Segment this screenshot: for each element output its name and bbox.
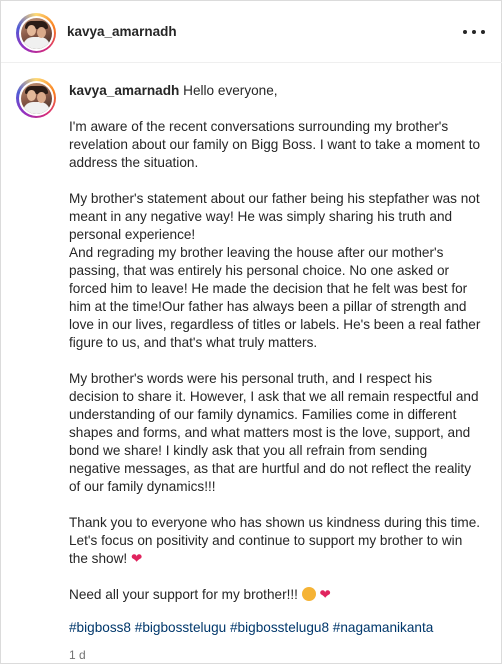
red-heart-icon: ❤ xyxy=(319,587,331,602)
more-horizontal-icon xyxy=(463,30,467,34)
post-panel: kavya_amarnadh kavya_amarnadh Hello ever… xyxy=(0,0,502,664)
caption-greeting: Hello everyone, xyxy=(183,83,278,98)
red-heart-icon: ❤ xyxy=(130,551,143,566)
caption-text: kavya_amarnadh Hello everyone, I'm aware … xyxy=(69,82,481,622)
hashtag-link[interactable]: #bigboss8 xyxy=(69,620,131,635)
caption-paragraph: Need all your support for my brother!!! xyxy=(69,587,298,602)
post-header: kavya_amarnadh xyxy=(1,1,502,63)
more-options-button[interactable] xyxy=(463,25,485,39)
caption-paragraph: And regrading my brother leaving the hou… xyxy=(69,245,485,350)
profile-photo-icon xyxy=(20,82,52,114)
caption-paragraph: I'm aware of the recent conversations su… xyxy=(69,119,484,170)
hashtag-link[interactable]: #bigbosstelugu8 xyxy=(230,620,329,635)
profile-photo-icon xyxy=(20,17,52,49)
caption-username[interactable]: kavya_amarnadh xyxy=(69,83,179,98)
hashtag-link[interactable]: #bigbosstelugu xyxy=(135,620,226,635)
post-caption: kavya_amarnadh Hello everyone, I'm aware … xyxy=(1,63,502,664)
caption-avatar[interactable] xyxy=(16,78,56,118)
post-timestamp[interactable]: 1 d xyxy=(69,648,86,662)
caption-paragraph: My brother's words were his personal tru… xyxy=(69,371,483,494)
header-username[interactable]: kavya_amarnadh xyxy=(67,24,177,39)
hashtag-link[interactable]: #nagamanikanta xyxy=(333,620,434,635)
caption-paragraph: My brother's statement about our father … xyxy=(69,191,484,242)
hugging-face-icon xyxy=(301,587,316,601)
hashtag-list: #bigboss8 #bigbosstelugu #bigbosstelugu8… xyxy=(69,620,433,635)
header-avatar[interactable] xyxy=(16,13,56,53)
